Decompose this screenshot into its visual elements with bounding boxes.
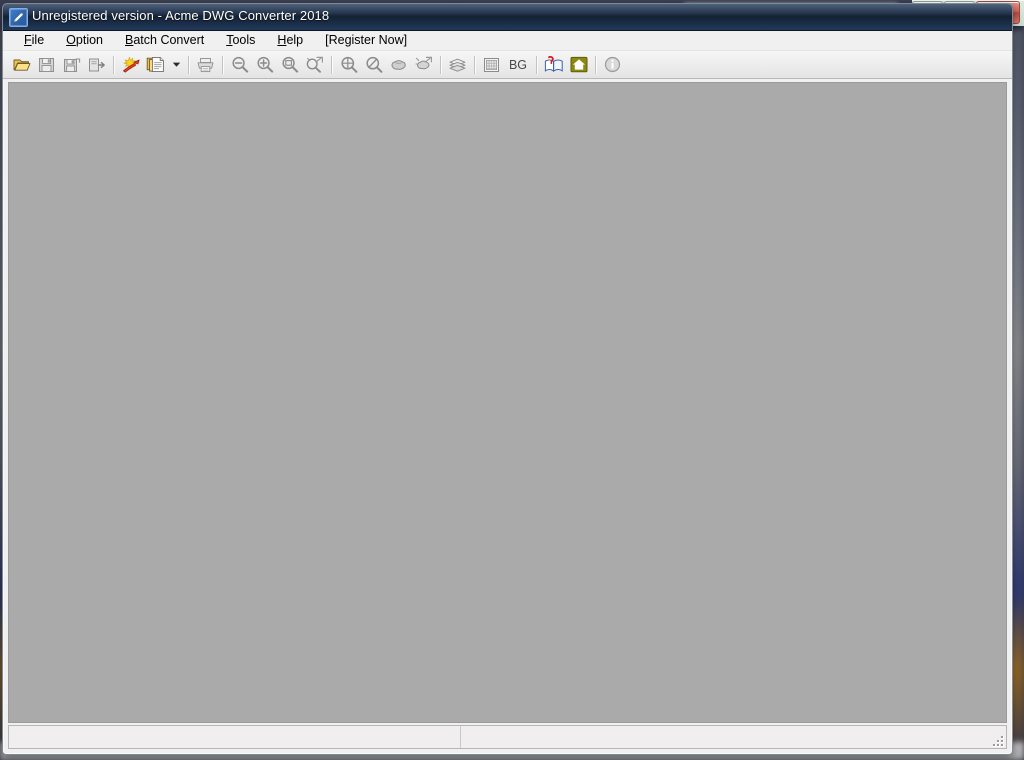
zoom-in-icon (256, 56, 273, 73)
menu-item-tools[interactable]: Tools (215, 31, 266, 50)
menu-item-register-now[interactable]: [Register Now] (314, 31, 418, 50)
window-title: Unregistered version - Acme DWG Converte… (32, 8, 330, 23)
chevron-down-icon (172, 62, 180, 67)
help-book-button[interactable] (541, 52, 566, 77)
zoom-previous-button[interactable] (361, 52, 386, 77)
toolbar: BG (3, 51, 1012, 79)
menu-item-help[interactable]: Help (266, 31, 314, 50)
document-client-area[interactable] (8, 82, 1007, 723)
pan-realtime-icon (415, 56, 432, 70)
pan-hand-icon (391, 59, 406, 70)
convert-button[interactable] (118, 52, 143, 77)
status-bar (8, 725, 1007, 749)
pan-button[interactable] (386, 52, 411, 77)
zoom-out-button[interactable] (227, 52, 252, 77)
home-button[interactable] (566, 52, 591, 77)
info-icon (604, 56, 621, 73)
toolbar-separator (113, 55, 114, 74)
batch-documents-icon (146, 56, 164, 73)
zoom-previous-icon (365, 56, 382, 73)
dwg-converter-icon (9, 8, 28, 27)
grid-display-icon (484, 57, 499, 72)
zoom-out-icon (231, 56, 248, 73)
open-file-button[interactable] (9, 52, 34, 77)
convert-explode-icon (122, 56, 140, 73)
batch-convert-button[interactable] (143, 52, 168, 77)
zoom-extents-button[interactable] (336, 52, 361, 77)
toolbar-separator (536, 55, 537, 74)
save-as-icon (63, 57, 80, 72)
toolbar-separator (595, 55, 596, 74)
zoom-realtime-icon (306, 56, 323, 73)
about-info-button[interactable] (600, 52, 625, 77)
export-arrow-icon (88, 58, 105, 71)
layers-icon (449, 58, 466, 72)
printer-icon (197, 57, 214, 72)
open-folder-icon (13, 59, 30, 71)
toolbar-separator (474, 55, 475, 74)
home-icon (570, 56, 587, 73)
pencil-icon (14, 12, 24, 22)
display-grid-button[interactable] (479, 52, 504, 77)
toolbar-separator (331, 55, 332, 74)
menu-item-batch-convert[interactable]: Batch Convert (114, 31, 215, 50)
zoom-realtime-button[interactable] (302, 52, 327, 77)
print-button[interactable] (193, 52, 218, 77)
help-book-icon (544, 56, 563, 72)
toolbar-separator (440, 55, 441, 74)
save-disk-icon (39, 57, 54, 72)
layers-button[interactable] (445, 52, 470, 77)
zoom-in-button[interactable] (252, 52, 277, 77)
toolbar-separator (222, 55, 223, 74)
export-button[interactable] (84, 52, 109, 77)
menu-item-file[interactable]: File (13, 31, 55, 50)
pan-realtime-button[interactable] (411, 52, 436, 77)
status-message (9, 726, 461, 748)
drawing-canvas[interactable] (9, 83, 1006, 722)
save-as-button[interactable] (59, 52, 84, 77)
menu-item-option[interactable]: Option (55, 31, 114, 50)
background-color-button[interactable]: BG (504, 52, 532, 77)
save-button[interactable] (34, 52, 59, 77)
zoom-window-button[interactable] (277, 52, 302, 77)
title-bar[interactable]: Unregistered version - Acme DWG Converte… (3, 4, 1012, 31)
application-window: Unregistered version - Acme DWG Converte… (2, 3, 1013, 755)
status-pane-right (461, 726, 1006, 748)
menu-bar: File Option Batch Convert Tools Help [Re… (3, 31, 1012, 51)
toolbar-separator (188, 55, 189, 74)
batch-convert-dropdown[interactable] (168, 52, 184, 77)
zoom-extents-icon (340, 56, 357, 73)
resize-grip-icon[interactable] (991, 734, 1004, 747)
zoom-window-icon (281, 56, 298, 73)
